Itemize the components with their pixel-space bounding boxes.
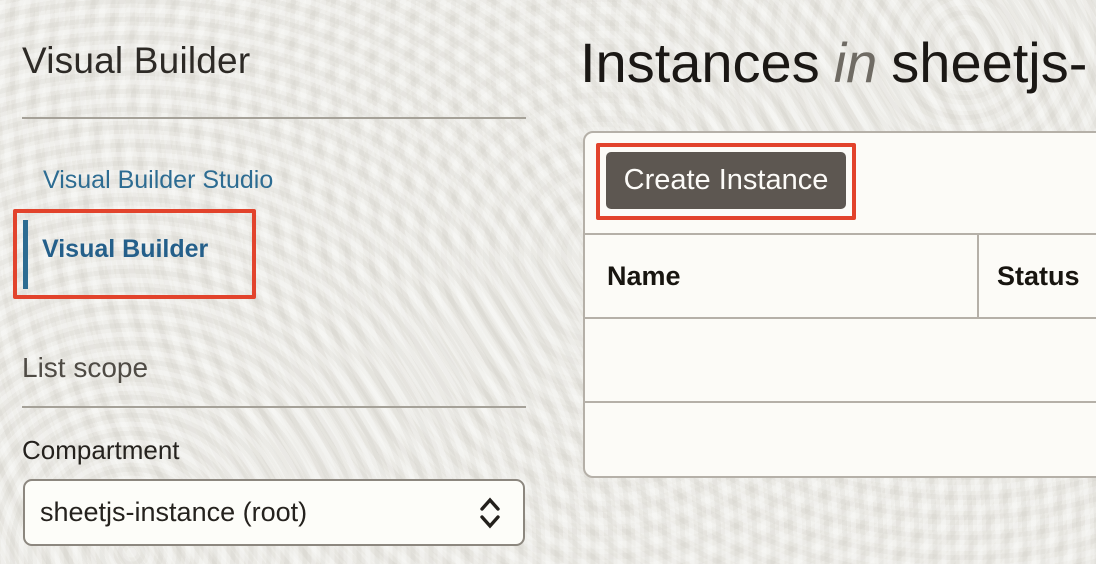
compartment-label: Compartment — [22, 435, 180, 465]
sidebar-item-visual-builder-studio[interactable]: Visual Builder Studio — [43, 168, 273, 193]
column-header-status: Status — [997, 260, 1080, 291]
page-title: Instances in sheetjs- — [580, 31, 1087, 95]
column-header-name: Name — [585, 235, 979, 317]
table-row — [585, 403, 1096, 476]
list-scope-divider — [22, 406, 526, 408]
oci-console-screen: Visual Builder Visual Builder Studio Vis… — [0, 0, 1096, 564]
page-title-compartment: sheetjs- — [891, 31, 1088, 94]
compartment-select[interactable]: sheetjs-instance (root) — [23, 479, 525, 546]
sidebar-title: Visual Builder — [22, 40, 251, 81]
table-header-row: Name Status — [585, 235, 1096, 319]
chevron-up-down-icon — [480, 496, 500, 529]
compartment-select-value: sheetjs-instance (root) — [40, 497, 308, 527]
sidebar-divider — [22, 117, 526, 119]
table-toolbar: Create Instance — [585, 133, 1096, 235]
page-title-connector: in — [833, 31, 878, 94]
create-instance-button[interactable]: Create Instance — [606, 152, 846, 209]
selected-indicator-bar — [23, 220, 28, 289]
page-title-instances: Instances — [580, 31, 820, 94]
sidebar-item-visual-builder[interactable]: Visual Builder — [42, 237, 208, 262]
instances-panel: Create Instance Name Status — [583, 131, 1096, 478]
table-row — [585, 319, 1096, 403]
list-scope-title: List scope — [22, 352, 149, 383]
